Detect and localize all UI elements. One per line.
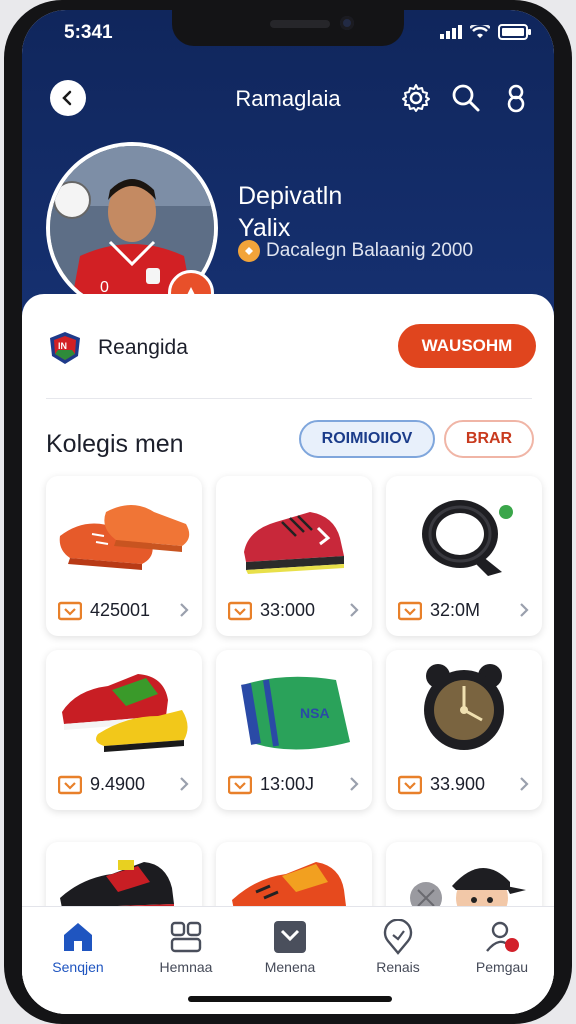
nav-item-people[interactable]: Hemnaa: [146, 919, 226, 975]
screen: 5:341 Ramaglaia 0 Depivatln Yalix Dacale…: [22, 10, 554, 1014]
nav-item-media[interactable]: Menena: [250, 919, 330, 975]
red-yellow-sneakers-icon: [62, 674, 188, 752]
profile-icon: [486, 921, 519, 952]
team-crest-icon: IN: [50, 332, 80, 364]
team-row: IN Reangida WAUSOHM: [48, 324, 536, 370]
chevron-right-icon: [180, 603, 189, 617]
profile-name-line1: Depivatln: [238, 182, 343, 210]
search-icon: [452, 84, 480, 112]
ticket-icon: [398, 775, 422, 794]
profile-name: Depivatln Yalix: [238, 180, 342, 244]
home-icon: [64, 923, 92, 951]
nav-label: Pemgau: [475, 959, 529, 975]
battery-icon: [498, 24, 531, 40]
svg-text:IN: IN: [58, 341, 67, 351]
green-bag-icon: NSA: [241, 676, 350, 750]
location-icon: [383, 919, 413, 955]
ticket-icon: [228, 601, 252, 620]
product-card[interactable]: 9.4900: [46, 650, 202, 810]
product-price: 425001: [90, 600, 151, 620]
ticket-icon: [58, 775, 82, 794]
gear-icon: [402, 84, 430, 112]
team-name: Reangida: [98, 336, 188, 359]
signal-icon: [440, 25, 462, 39]
black-watch-icon: [424, 664, 504, 750]
product-price: 32:0M: [430, 600, 481, 620]
product-card[interactable]: 33:000: [216, 476, 372, 636]
follow-button[interactable]: WAUSOHM: [398, 324, 536, 368]
nav-item-profile[interactable]: Pemgau: [462, 919, 542, 975]
status-time: 5:341: [64, 22, 113, 43]
profile-button[interactable]: [500, 82, 532, 114]
chevron-right-icon: [520, 777, 529, 791]
product-price: 33:000: [260, 600, 316, 620]
coin-icon: [238, 240, 260, 262]
media-icon: [274, 921, 306, 953]
divider: [46, 398, 532, 399]
nav-label: Senqjen: [52, 959, 104, 975]
status-icons: [440, 24, 532, 40]
app-bar: Ramaglaia: [22, 80, 554, 128]
svg-text:NSA: NSA: [300, 705, 330, 721]
product-price: 13:00J: [260, 774, 315, 794]
ticket-icon: [228, 775, 252, 794]
ticket-icon: [58, 601, 82, 620]
product-card[interactable]: 425001: [46, 476, 202, 636]
chevron-right-icon: [180, 777, 189, 791]
nav-label: Renais: [376, 959, 420, 975]
product-card[interactable]: 32:0M: [386, 476, 542, 636]
nav-item-location[interactable]: Renais: [358, 919, 438, 975]
red-sneaker-icon: [244, 512, 344, 574]
nav-label: Hemnaa: [159, 959, 213, 975]
profile-subtitle-text: Dacalegn Balaanig 2000: [266, 240, 474, 261]
ticket-icon: [398, 601, 422, 620]
product-price: 9.4900: [90, 774, 146, 794]
product-price: 33.900: [430, 774, 486, 794]
chevron-right-icon: [350, 777, 359, 791]
chevron-right-icon: [350, 603, 359, 617]
red-orange-sneakers-icon: [59, 505, 190, 570]
wifi-icon: [470, 25, 490, 38]
product-card[interactable]: NSA 13:00J: [216, 650, 372, 810]
phone-frame: 5:341 Ramaglaia 0 Depivatln Yalix Dacale…: [4, 0, 572, 1024]
search-button[interactable]: [450, 82, 482, 114]
product-card[interactable]: 33.900: [386, 650, 542, 810]
user-icon: [507, 84, 525, 113]
notch: [172, 10, 404, 46]
filter-chip-primary[interactable]: ROIMIOIIOV: [299, 420, 435, 458]
people-icon: [170, 921, 202, 953]
nav-label: Menena: [264, 959, 316, 975]
filter-chip-secondary[interactable]: BRAR: [444, 420, 534, 458]
profile-subtitle: Dacalegn Balaanig 2000: [238, 240, 473, 262]
settings-button[interactable]: [400, 82, 432, 114]
collection-title: Kolegis men: [46, 430, 184, 458]
black-wristband-icon: [422, 500, 513, 576]
profile-header: 5:341 Ramaglaia 0 Depivatln Yalix Dacale…: [22, 10, 554, 340]
chevron-right-icon: [520, 603, 529, 617]
home-indicator: [188, 996, 392, 1002]
nav-item-home[interactable]: Senqjen: [38, 919, 118, 975]
